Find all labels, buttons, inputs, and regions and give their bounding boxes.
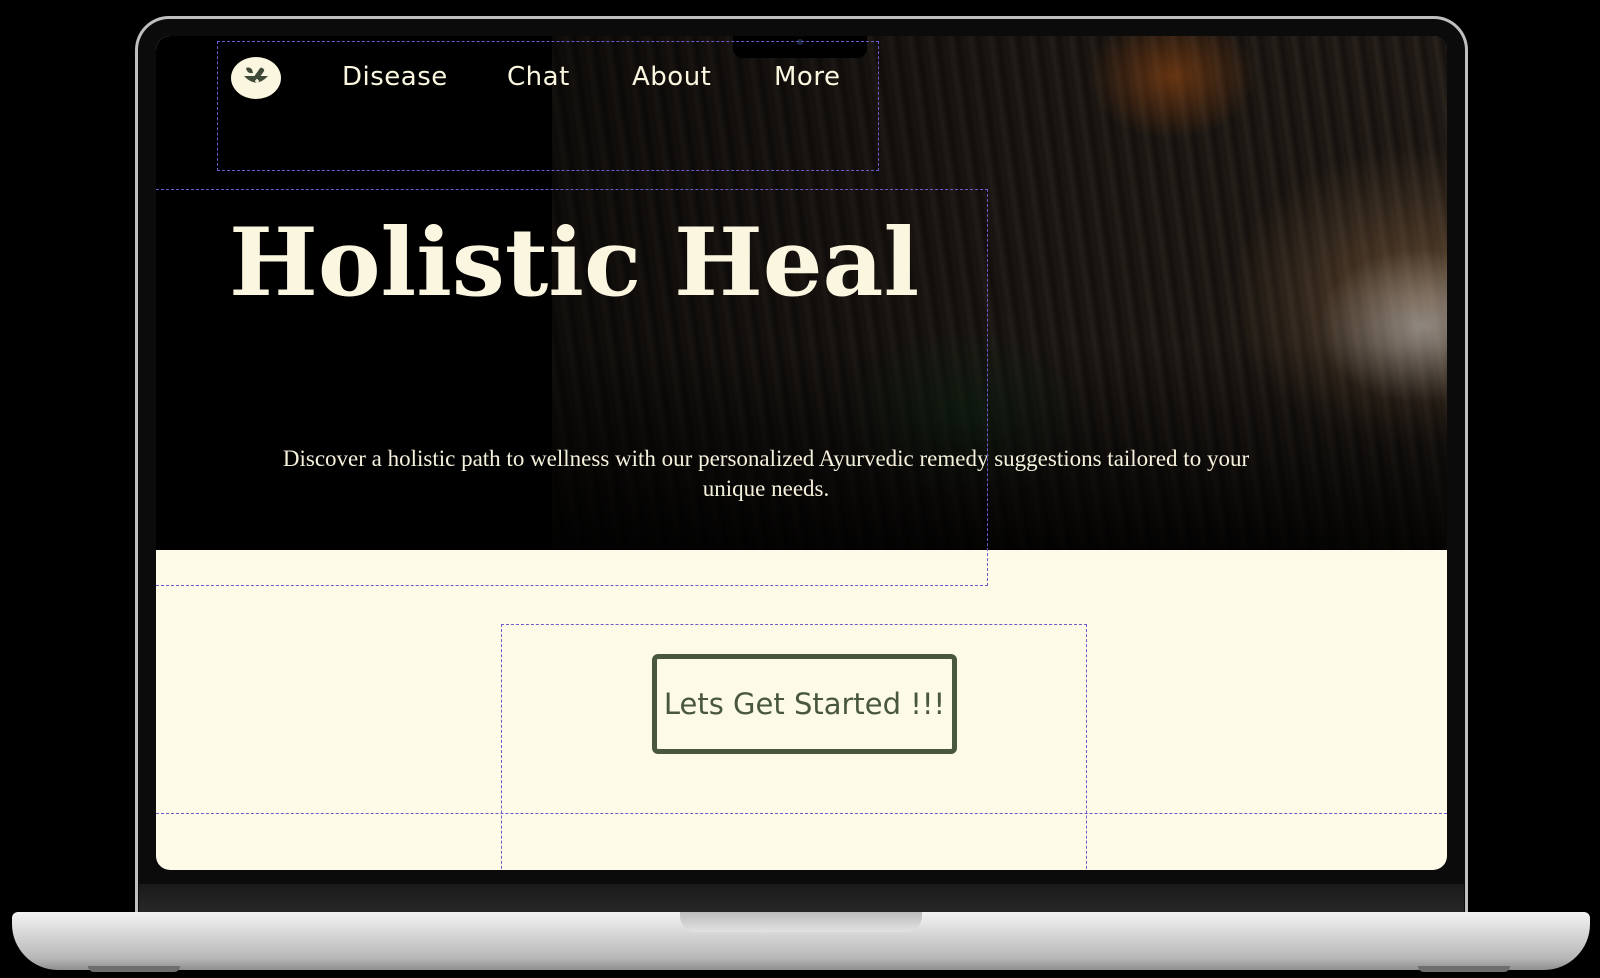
laptop-screen: Disease Chat About More Holistic Heal Di… [156,36,1447,870]
nav-link-about[interactable]: About [632,62,711,92]
laptop-foot-left [88,966,180,972]
laptop-base-notch [680,912,922,932]
top-navigation: Disease Chat About More [156,36,1447,126]
laptop-foot-right [1418,966,1510,972]
nav-link-more[interactable]: More [774,62,840,92]
mortar-pestle-leaf-icon [244,67,268,83]
logo[interactable] [231,57,281,99]
section-guide-line [156,813,1447,814]
get-started-button[interactable]: Lets Get Started !!! [652,654,957,754]
nav-link-chat[interactable]: Chat [507,62,570,92]
hero-section: Disease Chat About More Holistic Heal Di… [156,36,1447,550]
hero-subtitle: Discover a holistic path to wellness wit… [282,446,1250,501]
nav-link-disease[interactable]: Disease [342,62,448,92]
hero-title: Holistic Heal [229,208,920,318]
